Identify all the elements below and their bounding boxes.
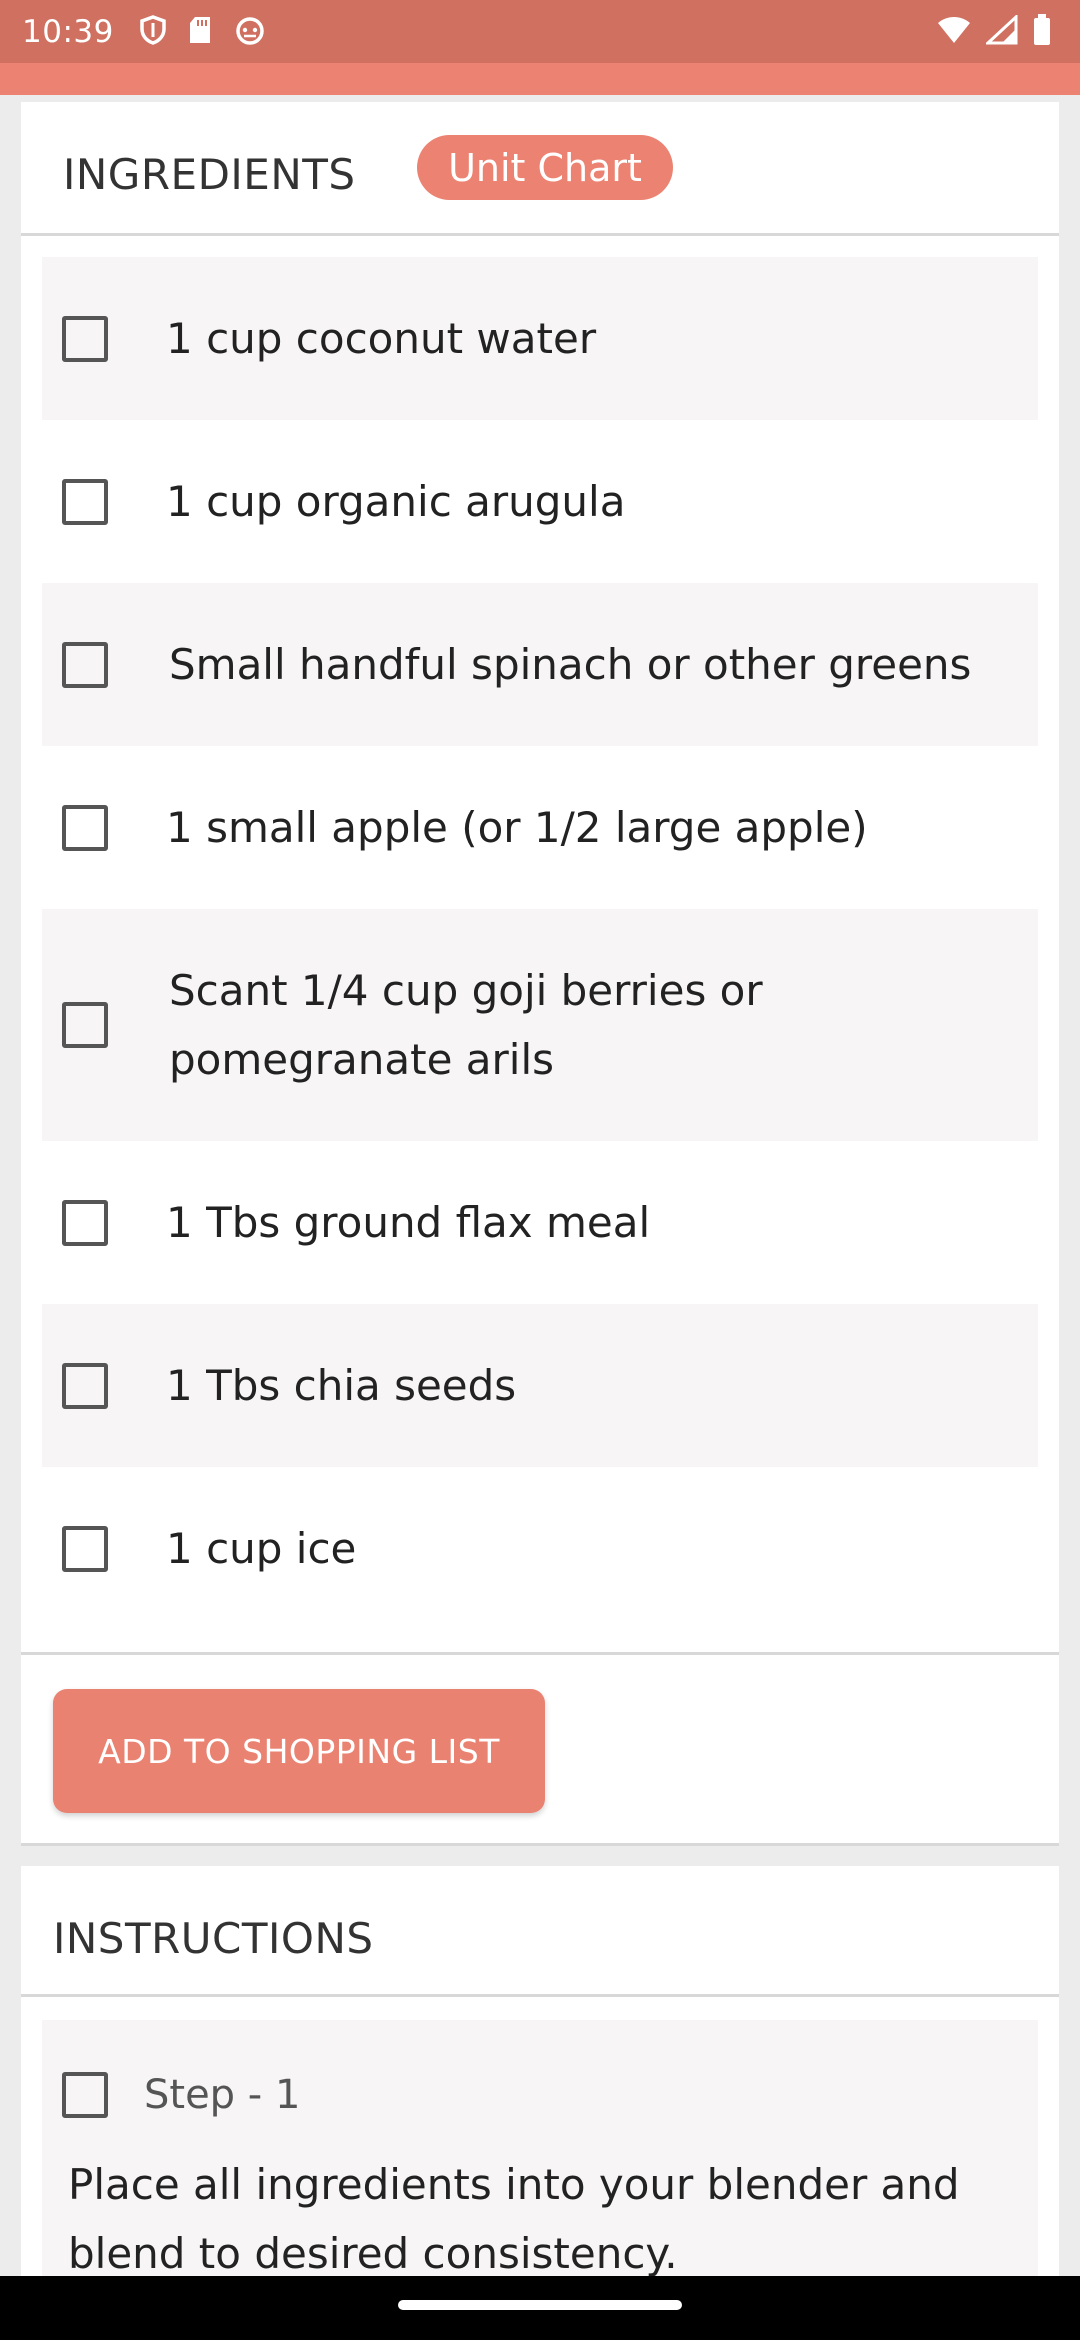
checkbox[interactable] <box>62 641 108 688</box>
sd-card-icon <box>188 15 212 49</box>
unit-chart-button[interactable]: Unit Chart <box>417 135 673 200</box>
add-to-shopping-list-button[interactable]: ADD TO SHOPPING LIST <box>53 1689 545 1813</box>
signal-icon <box>984 13 1018 49</box>
checkbox[interactable] <box>62 804 108 851</box>
ingredient-text: 1 Tbs ground flax meal <box>166 1198 651 1247</box>
status-icons-left <box>140 14 266 49</box>
ingredient-text: 1 cup organic arugula <box>166 477 626 526</box>
instructions-header: INSTRUCTIONS <box>21 1866 1059 1997</box>
checkbox[interactable] <box>62 1525 108 1572</box>
shield-icon <box>140 14 166 49</box>
ingredient-text: 1 cup ice <box>166 1524 357 1573</box>
ingredient-item[interactable]: Scant 1/4 cup goji berries or pomegranat… <box>42 909 1038 1141</box>
ingredients-title: INGREDIENTS <box>63 150 356 199</box>
battery-icon <box>1032 14 1052 50</box>
checkbox[interactable] <box>62 1199 108 1246</box>
checkbox[interactable] <box>62 2072 108 2118</box>
checkbox[interactable] <box>62 478 108 525</box>
app-bar <box>0 63 1080 95</box>
instructions-card: INSTRUCTIONS Step - 1 Place all ingredie… <box>21 1866 1059 2278</box>
ingredient-item[interactable]: Small handful spinach or other greens <box>42 583 1038 746</box>
step-label: Step - 1 <box>144 2072 301 2118</box>
home-gesture-handle[interactable] <box>398 2300 682 2310</box>
navigation-bar <box>0 2276 1080 2340</box>
ingredient-item[interactable]: 1 Tbs ground flax meal <box>42 1141 1038 1304</box>
ingredient-item[interactable]: 1 cup ice <box>42 1467 1038 1630</box>
checkbox[interactable] <box>62 1002 108 1048</box>
status-bar: 10:39 <box>0 0 1080 63</box>
ingredient-text: Scant 1/4 cup goji berries or pomegranat… <box>169 966 763 1084</box>
status-time: 10:39 <box>22 13 114 50</box>
ingredients-list: 1 cup coconut water 1 cup organic arugul… <box>42 257 1038 1630</box>
ingredients-header: INGREDIENTS Unit Chart <box>21 102 1059 236</box>
ingredient-item[interactable]: 1 cup coconut water <box>42 257 1038 420</box>
checkbox[interactable] <box>62 315 108 362</box>
ingredient-text: 1 cup coconut water <box>166 314 597 363</box>
ingredient-item[interactable]: 1 small apple (or 1/2 large apple) <box>42 746 1038 909</box>
step-text: Place all ingredients into your blender … <box>68 2160 960 2278</box>
wifi-icon <box>936 15 972 49</box>
instructions-title: INSTRUCTIONS <box>53 1914 374 1963</box>
ingredients-card: INGREDIENTS Unit Chart 1 cup coconut wat… <box>21 102 1059 1846</box>
checkbox[interactable] <box>62 1362 108 1409</box>
ingredient-item[interactable]: 1 cup organic arugula <box>42 420 1038 583</box>
add-to-shopping-list-area: ADD TO SHOPPING LIST <box>21 1652 1059 1846</box>
ingredient-item[interactable]: 1 Tbs chia seeds <box>42 1304 1038 1467</box>
ingredient-text: 1 Tbs chia seeds <box>166 1361 517 1410</box>
step-item[interactable]: Step - 1 Place all ingredients into your… <box>42 2020 1038 2278</box>
android-debug-icon <box>234 15 266 49</box>
ingredient-text: 1 small apple (or 1/2 large apple) <box>166 803 868 852</box>
ingredient-text: Small handful spinach or other greens <box>169 640 972 689</box>
status-icons-right <box>936 13 1052 50</box>
